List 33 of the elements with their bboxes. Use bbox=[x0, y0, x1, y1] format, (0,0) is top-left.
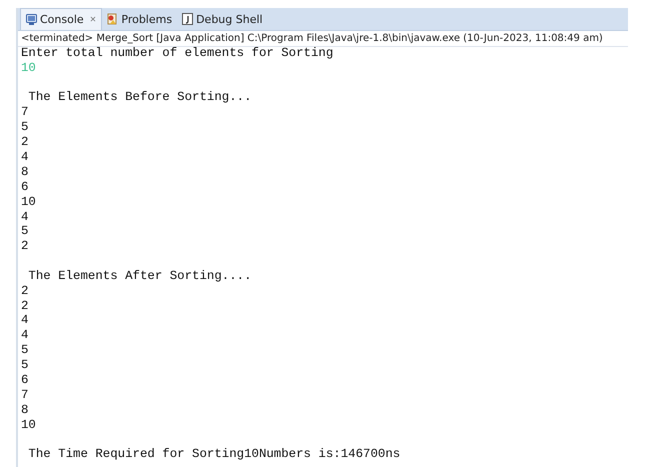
console-line: 7 bbox=[21, 105, 30, 120]
console-line: 8 bbox=[21, 164, 30, 180]
console-line: 6 bbox=[21, 373, 30, 388]
console-line: 2 bbox=[21, 298, 30, 314]
problems-icon bbox=[107, 13, 118, 25]
console-line: 6 bbox=[21, 180, 30, 195]
process-status: <terminated> Merge_Sort [Java Application] C:\Program Files\Java\jre-1.8\bin\javaw.exe (10-Jun-2023, 11:08:49 am) bbox=[18, 31, 628, 47]
console-line: The Elements Before Sorting... bbox=[27, 89, 253, 106]
console-line: 7 bbox=[21, 388, 30, 403]
console-line: 5 bbox=[21, 120, 30, 136]
view-tab[interactable]: Debug Shell bbox=[177, 8, 268, 30]
console-line: 10 bbox=[21, 418, 37, 433]
console-line: 5 bbox=[21, 343, 30, 358]
console-line: The Elements After Sorting.... bbox=[27, 268, 253, 284]
console-line: 5 bbox=[21, 224, 30, 240]
shell-icon bbox=[182, 13, 194, 25]
console-line: 2 bbox=[21, 135, 30, 150]
console-line: 4 bbox=[21, 328, 30, 344]
monitor-icon bbox=[26, 14, 37, 25]
view-tab[interactable]: Console ✕ bbox=[20, 8, 102, 30]
console-line: 10 bbox=[21, 194, 37, 210]
close-button[interactable]: ✕ bbox=[90, 15, 96, 24]
console-line: 8 bbox=[21, 402, 30, 418]
console-line: Enter total number of elements for Sorting bbox=[21, 46, 334, 61]
console-line: 5 bbox=[21, 358, 30, 373]
console-line: 2 bbox=[21, 284, 30, 299]
console-line: 2 bbox=[21, 239, 30, 254]
console-line: The Time Required for Sorting10Numbers is:146700ns bbox=[27, 446, 402, 462]
console-line: 4 bbox=[21, 313, 30, 328]
view-tab[interactable]: Problems bbox=[102, 8, 178, 30]
console-line: 4 bbox=[21, 210, 30, 224]
console-line: 4 bbox=[21, 150, 30, 165]
console-line: 10 bbox=[21, 60, 37, 76]
